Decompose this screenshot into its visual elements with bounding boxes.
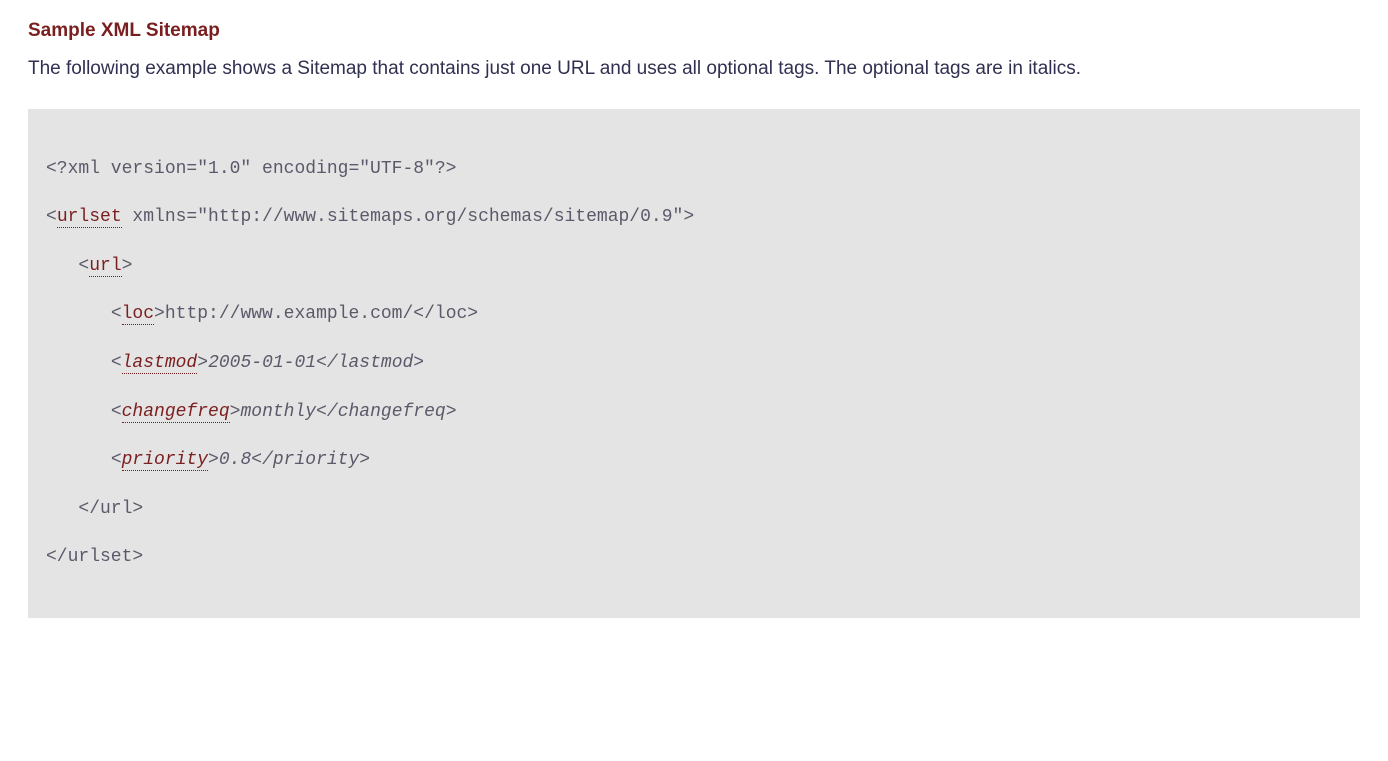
gt: > [122, 256, 133, 276]
gt: > [230, 402, 241, 422]
urlset-close: </urlset> [46, 547, 143, 567]
code-sample: <?xml version="1.0" encoding="UTF-8"?> <… [28, 109, 1360, 618]
loc-tag-link[interactable]: loc [122, 304, 154, 325]
changefreq-value: monthly [240, 402, 316, 422]
priority-tag-link[interactable]: priority [122, 450, 208, 471]
xml-declaration: <?xml version="1.0" encoding="UTF-8"?> [46, 159, 456, 179]
url-close: </url> [78, 499, 143, 519]
lastmod-close: </lastmod> [316, 353, 424, 373]
lastmod-value: 2005-01-01 [208, 353, 316, 373]
gt: > [683, 207, 694, 227]
lt: < [111, 450, 122, 470]
changefreq-tag-link[interactable]: changefreq [122, 402, 230, 423]
urlset-attrs: xmlns="http://www.sitemaps.org/schemas/s… [122, 207, 684, 227]
gt: > [208, 450, 219, 470]
lt: < [111, 353, 122, 373]
gt: > [154, 304, 165, 324]
loc-value: http://www.example.com/ [165, 304, 413, 324]
lt: < [111, 402, 122, 422]
url-tag-link[interactable]: url [89, 256, 121, 277]
urlset-tag-link[interactable]: urlset [57, 207, 122, 228]
section-heading: Sample XML Sitemap [28, 20, 1360, 42]
lt: < [111, 304, 122, 324]
priority-value: 0.8 [219, 450, 251, 470]
priority-close: </priority> [251, 450, 370, 470]
lastmod-tag-link[interactable]: lastmod [122, 353, 198, 374]
changefreq-close: </changefreq> [316, 402, 456, 422]
intro-paragraph: The following example shows a Sitemap th… [28, 56, 1360, 83]
lt: < [46, 207, 57, 227]
lt: < [78, 256, 89, 276]
loc-close: </loc> [413, 304, 478, 324]
gt: > [197, 353, 208, 373]
